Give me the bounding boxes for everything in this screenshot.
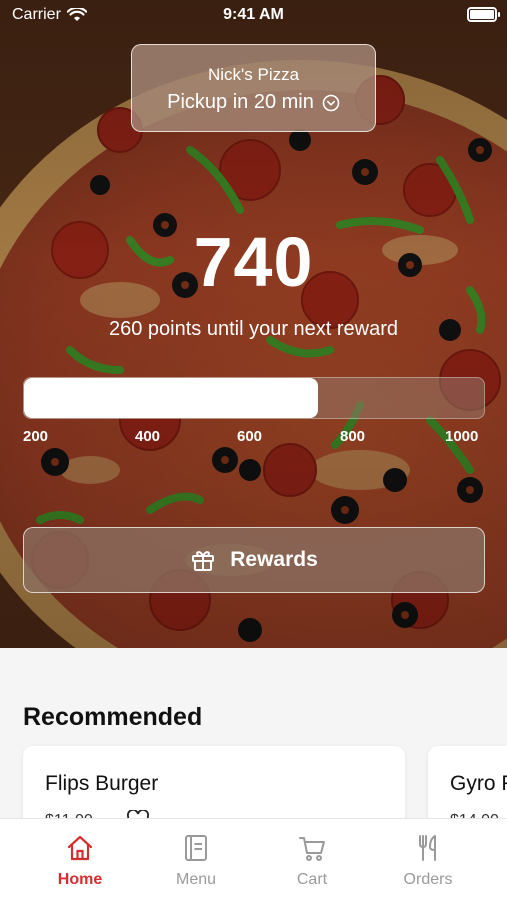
tab-home[interactable]: Home xyxy=(22,819,138,900)
fork-knife-icon xyxy=(419,835,436,861)
store-selector[interactable]: Nick's Pizza Pickup in 20 min xyxy=(131,44,376,132)
rewards-button[interactable]: Rewards xyxy=(23,527,485,593)
home-icon xyxy=(67,835,93,861)
tab-menu[interactable]: Menu xyxy=(138,819,254,900)
tab-home-label: Home xyxy=(57,871,103,888)
tab-cart-label: Cart xyxy=(296,871,328,888)
points-progress-fill xyxy=(24,378,319,418)
chevron-down-circle-icon xyxy=(322,94,340,111)
rewards-button-label: Rewards xyxy=(230,548,318,571)
points-balance: 740 xyxy=(193,223,314,301)
progress-tick: 1000 xyxy=(445,428,479,445)
tab-cart[interactable]: Cart xyxy=(254,819,370,900)
status-time: 9:41 AM xyxy=(223,6,284,23)
points-until-reward: 260 points until your next reward xyxy=(108,318,399,340)
item-name: Gyro P xyxy=(450,772,507,795)
tab-orders-label: Orders xyxy=(403,871,453,888)
store-name: Nick's Pizza xyxy=(207,65,300,84)
pickup-time-row[interactable]: Pickup in 20 min xyxy=(132,91,375,114)
progress-tick: 200 xyxy=(23,428,49,445)
recommended-title: Recommended xyxy=(23,703,203,731)
cart-icon xyxy=(299,837,325,861)
gift-icon xyxy=(192,551,215,571)
tab-orders[interactable]: Orders xyxy=(370,819,486,900)
progress-tick: 400 xyxy=(135,428,161,445)
progress-tick: 800 xyxy=(340,428,366,445)
pickup-time: Pickup in 20 min xyxy=(167,91,314,113)
menu-book-icon xyxy=(185,835,207,861)
battery-icon xyxy=(467,7,500,22)
hero-banner: Carrier 9:41 AM Nick's Pizza Pickup in 2… xyxy=(0,0,507,648)
tab-menu-label: Menu xyxy=(175,871,217,888)
status-bar: Carrier 9:41 AM xyxy=(0,0,507,30)
item-name: Flips Burger xyxy=(45,772,159,795)
points-progress-bar xyxy=(23,377,485,419)
bottom-tab-bar: Home Menu Cart Orders xyxy=(0,818,507,900)
progress-tick: 600 xyxy=(237,428,263,445)
